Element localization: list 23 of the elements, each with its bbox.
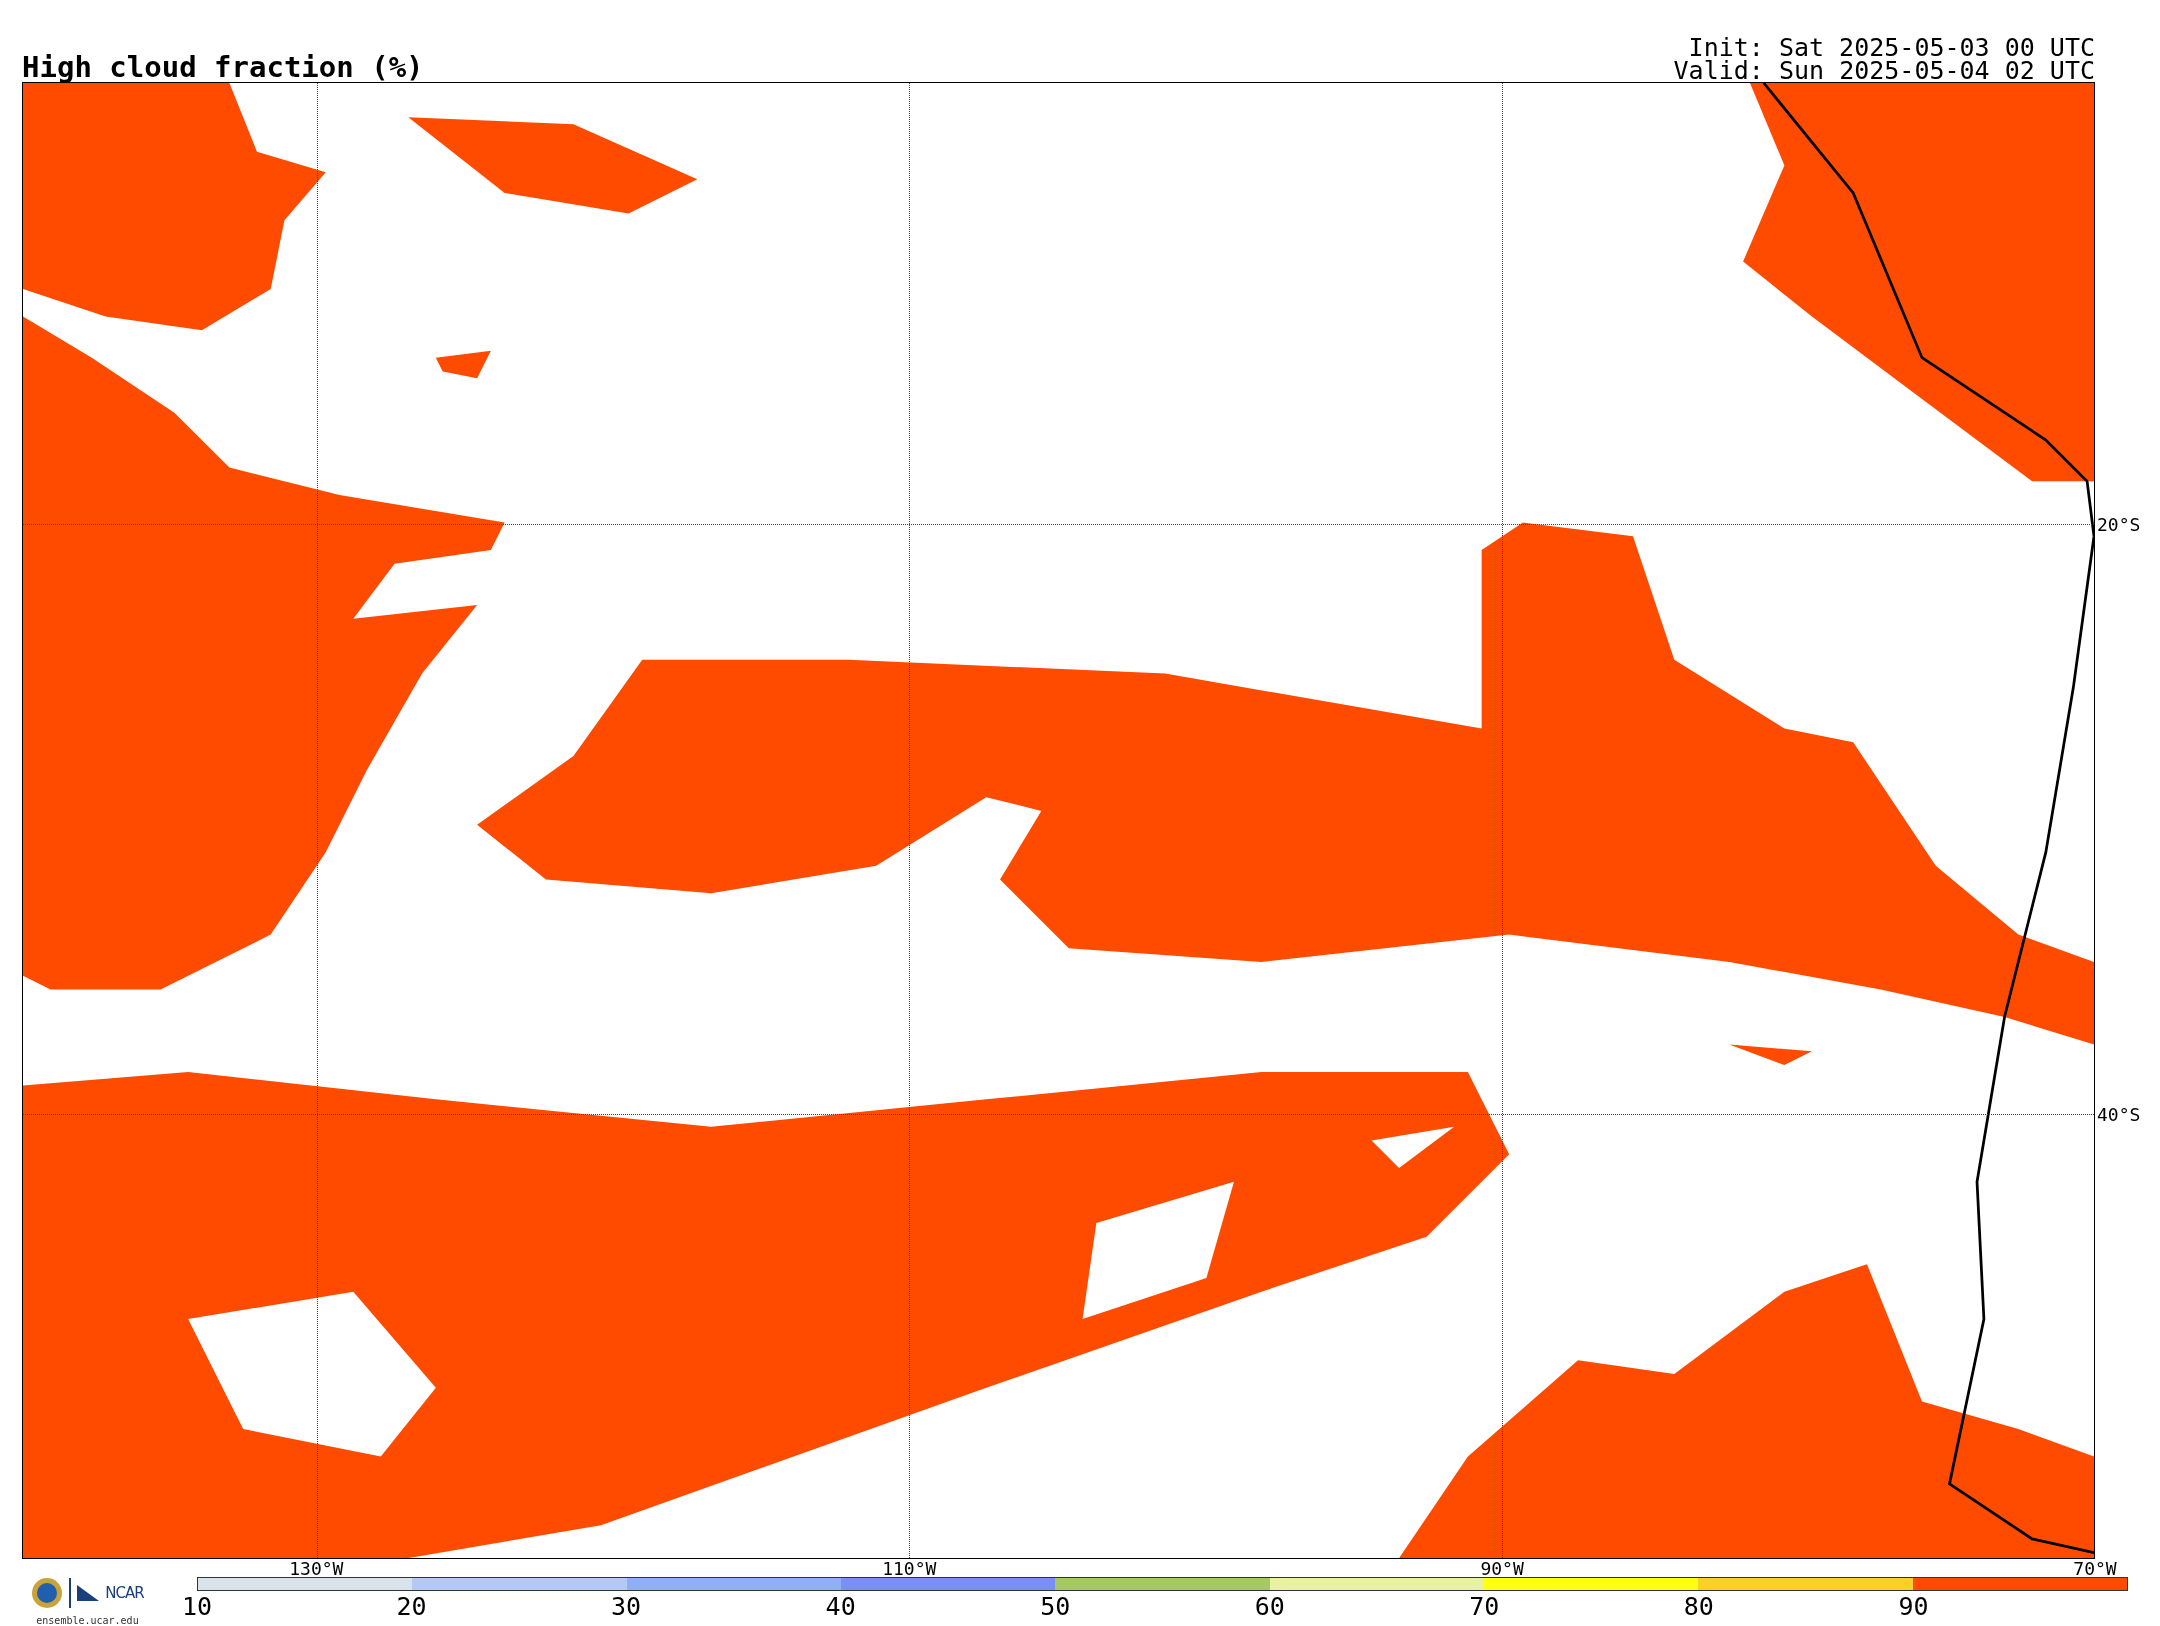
divider-line-icon (69, 1578, 72, 1608)
seal-logo-icon (31, 1577, 64, 1609)
site-url: ensemble.ucar.edu (36, 1615, 139, 1626)
colorbar-tick: 80 (1683, 1594, 1714, 1619)
chart-title: High cloud fraction (%) (22, 52, 424, 82)
latitude-label: 20°S (2097, 513, 2141, 535)
latitude-label: 40°S (2097, 1103, 2141, 1125)
colorbar-tick: 90 (1898, 1594, 1929, 1619)
colorbar-tick: 30 (611, 1594, 642, 1619)
triangle-logo-icon (77, 1585, 100, 1601)
colorbar-tick: 60 (1254, 1594, 1285, 1619)
longitude-label: 90°W (1480, 1560, 1524, 1578)
colorbar-tick: 70 (1469, 1594, 1500, 1619)
colorbar-tick: 10 (181, 1594, 213, 1619)
colorbar-tick: 20 (396, 1594, 427, 1619)
valid-time: Valid: Sun 2025-05-04 02 UTC (1673, 58, 2095, 82)
longitude-label: 130°W (289, 1560, 344, 1578)
longitude-label: 110°W (882, 1560, 937, 1578)
ncar-logo-text: NCAR (105, 1584, 144, 1602)
colorbar-tick: 50 (1040, 1594, 1071, 1619)
longitude-label: 70°W (2073, 1560, 2117, 1578)
colorbar-tick: 40 (825, 1594, 856, 1619)
init-time: Init: Sat 2025-05-03 00 UTC (1688, 35, 2095, 59)
